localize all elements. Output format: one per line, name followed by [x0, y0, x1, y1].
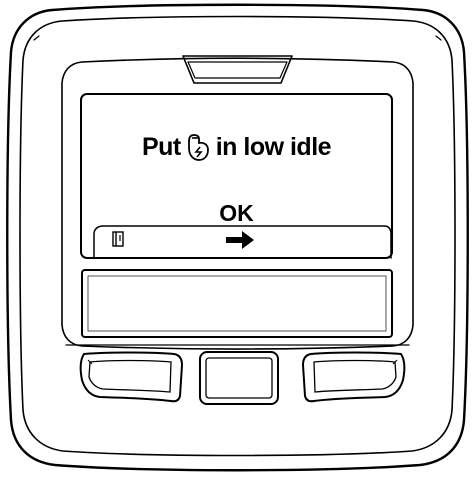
right-arrow-icon[interactable]	[225, 229, 255, 251]
ok-label: OK	[219, 200, 254, 226]
secondary-display	[81, 269, 393, 338]
softkey-labels	[94, 226, 386, 252]
indicator-light	[182, 55, 293, 84]
lcd-screen: Put in low idle OK	[81, 94, 392, 258]
prompt-message: Put in low idle	[141, 132, 332, 162]
prompt-text-before: Put	[141, 132, 181, 161]
instrument-display: Put in low idle OK	[0, 0, 475, 475]
center-softkey-button[interactable]	[198, 350, 280, 406]
right-softkey-button[interactable]	[300, 350, 407, 404]
exit-icon[interactable]	[112, 231, 124, 247]
prompt-text-after: in low idle	[215, 132, 332, 161]
throttle-icon	[187, 134, 209, 161]
left-softkey-button[interactable]	[78, 350, 185, 404]
